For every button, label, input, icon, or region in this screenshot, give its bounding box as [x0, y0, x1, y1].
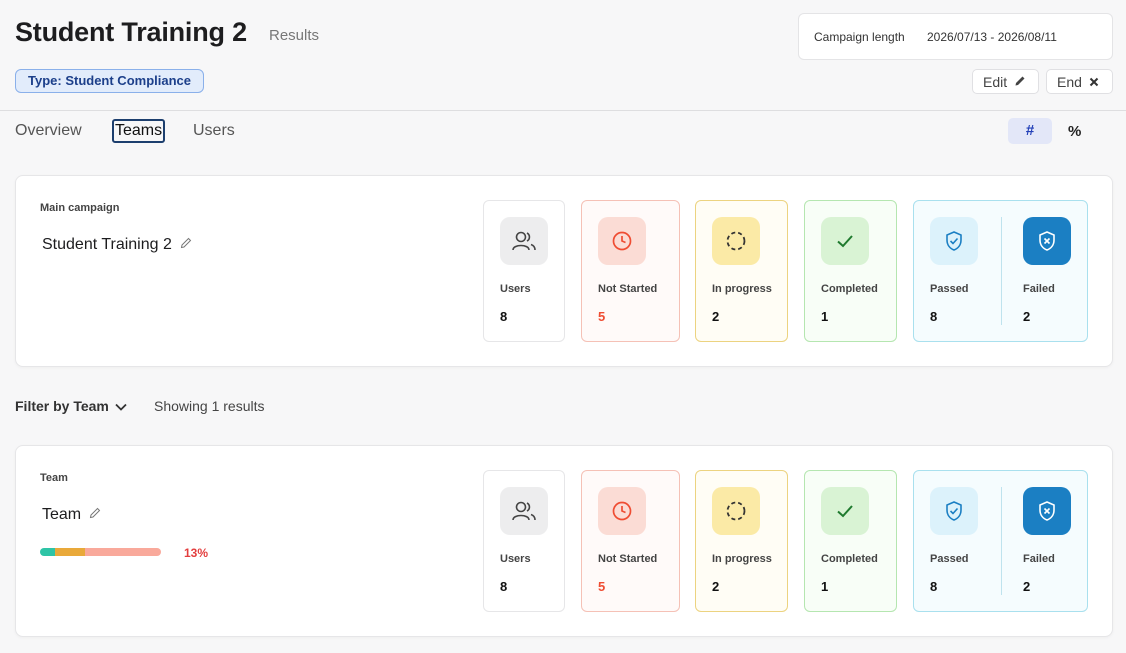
- stat-value: 5: [598, 579, 606, 594]
- stat-value: 5: [598, 309, 606, 324]
- filter-by-team-dropdown[interactable]: Filter by Team: [15, 398, 127, 414]
- card-label: Team: [40, 472, 68, 484]
- stat-not-started[interactable]: Not Started 5: [581, 470, 680, 612]
- stat-users[interactable]: Users 8: [483, 470, 565, 612]
- stat-label: In progress: [712, 283, 772, 295]
- progress-circle-icon: [712, 487, 760, 535]
- check-icon: [821, 217, 869, 265]
- chevron-down-icon: [115, 398, 127, 414]
- end-button-label: End: [1057, 73, 1082, 90]
- progress-circle-icon: [712, 217, 760, 265]
- pencil-icon[interactable]: [89, 506, 101, 524]
- stat-label: Passed: [930, 553, 969, 565]
- stat-label: Passed: [930, 283, 969, 295]
- stat-users[interactable]: Users 8: [483, 200, 565, 342]
- users-icon: [500, 217, 548, 265]
- campaign-name-text: Student Training 2: [42, 236, 172, 253]
- end-button[interactable]: End: [1046, 69, 1113, 94]
- progress-not-started-segment: [85, 548, 161, 556]
- progress-percent: 13%: [184, 546, 209, 560]
- shield-check-icon: [930, 487, 978, 535]
- clock-icon: [598, 217, 646, 265]
- stat-label: In progress: [712, 553, 772, 565]
- type-badge: Type: Student Compliance: [15, 69, 204, 93]
- page-title: Student Training 2: [15, 17, 247, 47]
- shield-x-icon: [1023, 487, 1071, 535]
- stat-label: Completed: [821, 283, 878, 295]
- stat-label: Completed: [821, 553, 878, 565]
- stat-label: Failed: [1023, 553, 1055, 565]
- stat-value: 2: [712, 579, 720, 594]
- stat-value: 1: [821, 309, 829, 324]
- team-name: Team: [42, 506, 101, 524]
- stat-value: 8: [500, 309, 508, 324]
- stat-not-started[interactable]: Not Started 5: [581, 200, 680, 342]
- stat-value: 2: [1023, 309, 1031, 324]
- results-count: Showing 1 results: [154, 398, 265, 414]
- page-subtitle: Results: [269, 27, 320, 44]
- stat-value: 2: [712, 309, 720, 324]
- stat-value: 8: [930, 309, 938, 324]
- campaign-length-value: 2026/07/13 - 2026/08/11: [927, 30, 1057, 44]
- shield-x-icon: [1023, 217, 1071, 265]
- tab-teams[interactable]: Teams: [112, 119, 166, 143]
- stat-label: Users: [500, 283, 531, 295]
- team-card: Team Team 13% Users 8 Not Started 5 In p…: [15, 445, 1113, 637]
- team-name-text: Team: [42, 506, 82, 523]
- stat-passed-failed: Passed 8 Failed 2: [913, 470, 1088, 612]
- stat-completed[interactable]: Completed 1: [804, 200, 897, 342]
- users-icon: [500, 487, 548, 535]
- stat-completed[interactable]: Completed 1: [804, 470, 897, 612]
- header-divider: [0, 110, 1126, 111]
- percent-toggle-button[interactable]: %: [1068, 123, 1081, 140]
- campaign-length-label: Campaign length: [814, 30, 905, 44]
- stat-label: Not Started: [598, 553, 658, 565]
- stat-value: 2: [1023, 579, 1031, 594]
- campaign-name: Student Training 2: [42, 236, 192, 254]
- stat-in-progress[interactable]: In progress 2: [695, 200, 788, 342]
- clock-icon: [598, 487, 646, 535]
- edit-button-label: Edit: [983, 73, 1008, 90]
- card-label: Main campaign: [40, 202, 120, 214]
- stat-value: 8: [930, 579, 938, 594]
- pencil-icon: [1014, 74, 1026, 90]
- stat-label: Failed: [1023, 283, 1055, 295]
- team-progress-bar: [40, 548, 161, 556]
- tab-overview[interactable]: Overview: [15, 122, 82, 140]
- progress-completed-segment: [40, 548, 56, 556]
- filter-label: Filter by Team: [15, 398, 109, 414]
- close-icon: [1089, 74, 1099, 90]
- campaign-length-box: Campaign length 2026/07/13 - 2026/08/11: [798, 13, 1113, 60]
- check-icon: [821, 487, 869, 535]
- main-campaign-card: Main campaign Student Training 2 Users 8…: [15, 175, 1113, 367]
- stat-label: Users: [500, 553, 531, 565]
- stat-passed-failed: Passed 8 Failed 2: [913, 200, 1088, 342]
- stat-value: 8: [500, 579, 508, 594]
- tab-users[interactable]: Users: [193, 122, 235, 140]
- progress-in-progress-segment: [55, 548, 86, 556]
- stat-in-progress[interactable]: In progress 2: [695, 470, 788, 612]
- stat-label: Not Started: [598, 283, 658, 295]
- shield-check-icon: [930, 217, 978, 265]
- edit-button[interactable]: Edit: [972, 69, 1039, 94]
- divider: [1001, 217, 1002, 325]
- stat-value: 1: [821, 579, 829, 594]
- count-toggle-button[interactable]: #: [1008, 118, 1052, 144]
- divider: [1001, 487, 1002, 595]
- pencil-icon[interactable]: [180, 236, 192, 254]
